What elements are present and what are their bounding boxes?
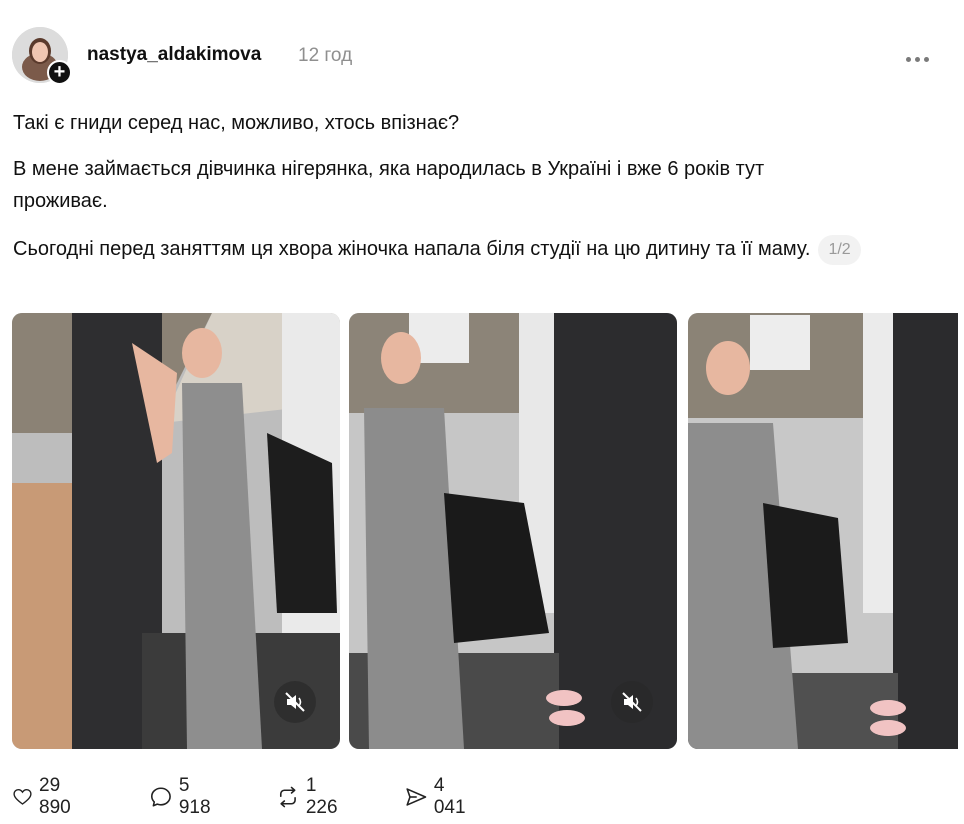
comment-button[interactable]: 5 918 <box>149 775 217 818</box>
video-thumbnail-2[interactable] <box>349 313 677 749</box>
thread-post: + nastya_aldakimova 12 год Такі є гниди … <box>0 0 964 824</box>
repost-count: 1 226 <box>305 775 338 818</box>
comment-count: 5 918 <box>178 775 211 818</box>
username[interactable]: nastya_aldakimova <box>87 44 261 66</box>
post-timestamp[interactable]: 12 год <box>298 45 352 67</box>
heart-icon <box>13 788 32 805</box>
like-button[interactable]: 29 890 <box>12 775 80 818</box>
repost-button[interactable]: 1 226 <box>276 775 344 818</box>
follow-plus-icon[interactable]: + <box>47 60 72 85</box>
muted-speaker-icon <box>285 692 305 712</box>
video-thumbnail-1[interactable] <box>12 313 340 749</box>
more-options-icon[interactable] <box>906 49 938 62</box>
video-thumbnail-3[interactable] <box>688 313 958 749</box>
like-count: 29 890 <box>39 775 71 818</box>
share-button[interactable]: 4 041 <box>404 775 472 818</box>
page-indicator: 1/2 <box>818 234 861 265</box>
repost-icon <box>279 786 296 808</box>
post-text-line-3: Сьогодні перед заняттям ця хвора жіночка… <box>13 233 883 265</box>
post-text-line-1: Такі є гниди серед нас, можливо, хтось в… <box>13 112 460 134</box>
comment-bubble-icon <box>150 787 171 807</box>
video-frame-3 <box>688 313 958 749</box>
avatar[interactable]: + <box>12 27 72 85</box>
mute-button[interactable] <box>611 681 653 723</box>
send-icon <box>406 788 427 806</box>
post-text-line-3-content: Сьогодні перед заняттям ця хвора жіночка… <box>13 238 811 260</box>
muted-speaker-icon <box>622 692 642 712</box>
share-count: 4 041 <box>433 775 466 818</box>
mute-button[interactable] <box>274 681 316 723</box>
post-text-line-2: В мене займається дівчинка нігерянка, як… <box>13 158 765 212</box>
